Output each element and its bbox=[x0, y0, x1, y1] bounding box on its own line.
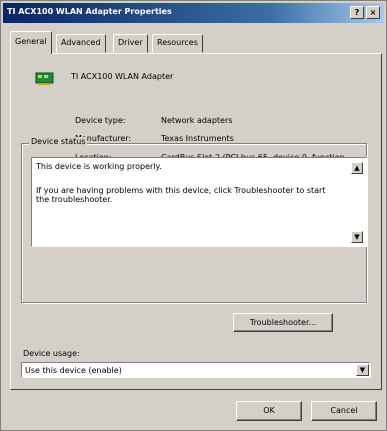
device-status-legend: Device status bbox=[29, 137, 88, 146]
window-title: TI ACX100 WLAN Adapter Properties bbox=[7, 7, 172, 16]
tab-driver[interactable]: Driver bbox=[113, 34, 148, 53]
ok-button[interactable]: OK bbox=[236, 401, 302, 421]
scroll-up-button[interactable]: ▲ bbox=[351, 162, 363, 174]
device-usage-label: Device usage: bbox=[23, 349, 80, 358]
status-help-text: If you are having problems with this dev… bbox=[36, 186, 326, 204]
manufacturer-value: Texas Instruments bbox=[161, 134, 234, 143]
device-type-label: Device type: bbox=[75, 116, 126, 125]
scroll-down-button[interactable]: ▼ bbox=[351, 231, 363, 243]
device-type-value: Network adapters bbox=[161, 116, 233, 125]
troubleshooter-button[interactable]: Troubleshooter... bbox=[233, 313, 333, 332]
title-bar[interactable]: TI ACX100 WLAN Adapter Properties ? × bbox=[3, 3, 384, 23]
device-status-textbox[interactable]: This device is working properly. If you … bbox=[31, 157, 367, 247]
cancel-button[interactable]: Cancel bbox=[311, 401, 377, 421]
tab-general[interactable]: General bbox=[10, 31, 52, 54]
tab-advanced[interactable]: Advanced bbox=[56, 34, 106, 53]
dropdown-arrow-icon[interactable]: ▼ bbox=[356, 364, 369, 376]
device-name: TI ACX100 WLAN Adapter bbox=[71, 72, 174, 81]
network-adapter-icon bbox=[35, 72, 54, 85]
device-usage-select[interactable]: Use this device (enable) ▼ bbox=[21, 362, 371, 378]
close-button[interactable]: × bbox=[366, 6, 380, 19]
properties-dialog: TI ACX100 WLAN Adapter Properties ? × Ge… bbox=[0, 0, 387, 431]
device-usage-value: Use this device (enable) bbox=[25, 366, 122, 375]
help-button[interactable]: ? bbox=[350, 6, 364, 19]
status-working-text: This device is working properly. bbox=[36, 162, 162, 171]
tab-resources[interactable]: Resources bbox=[152, 34, 203, 53]
